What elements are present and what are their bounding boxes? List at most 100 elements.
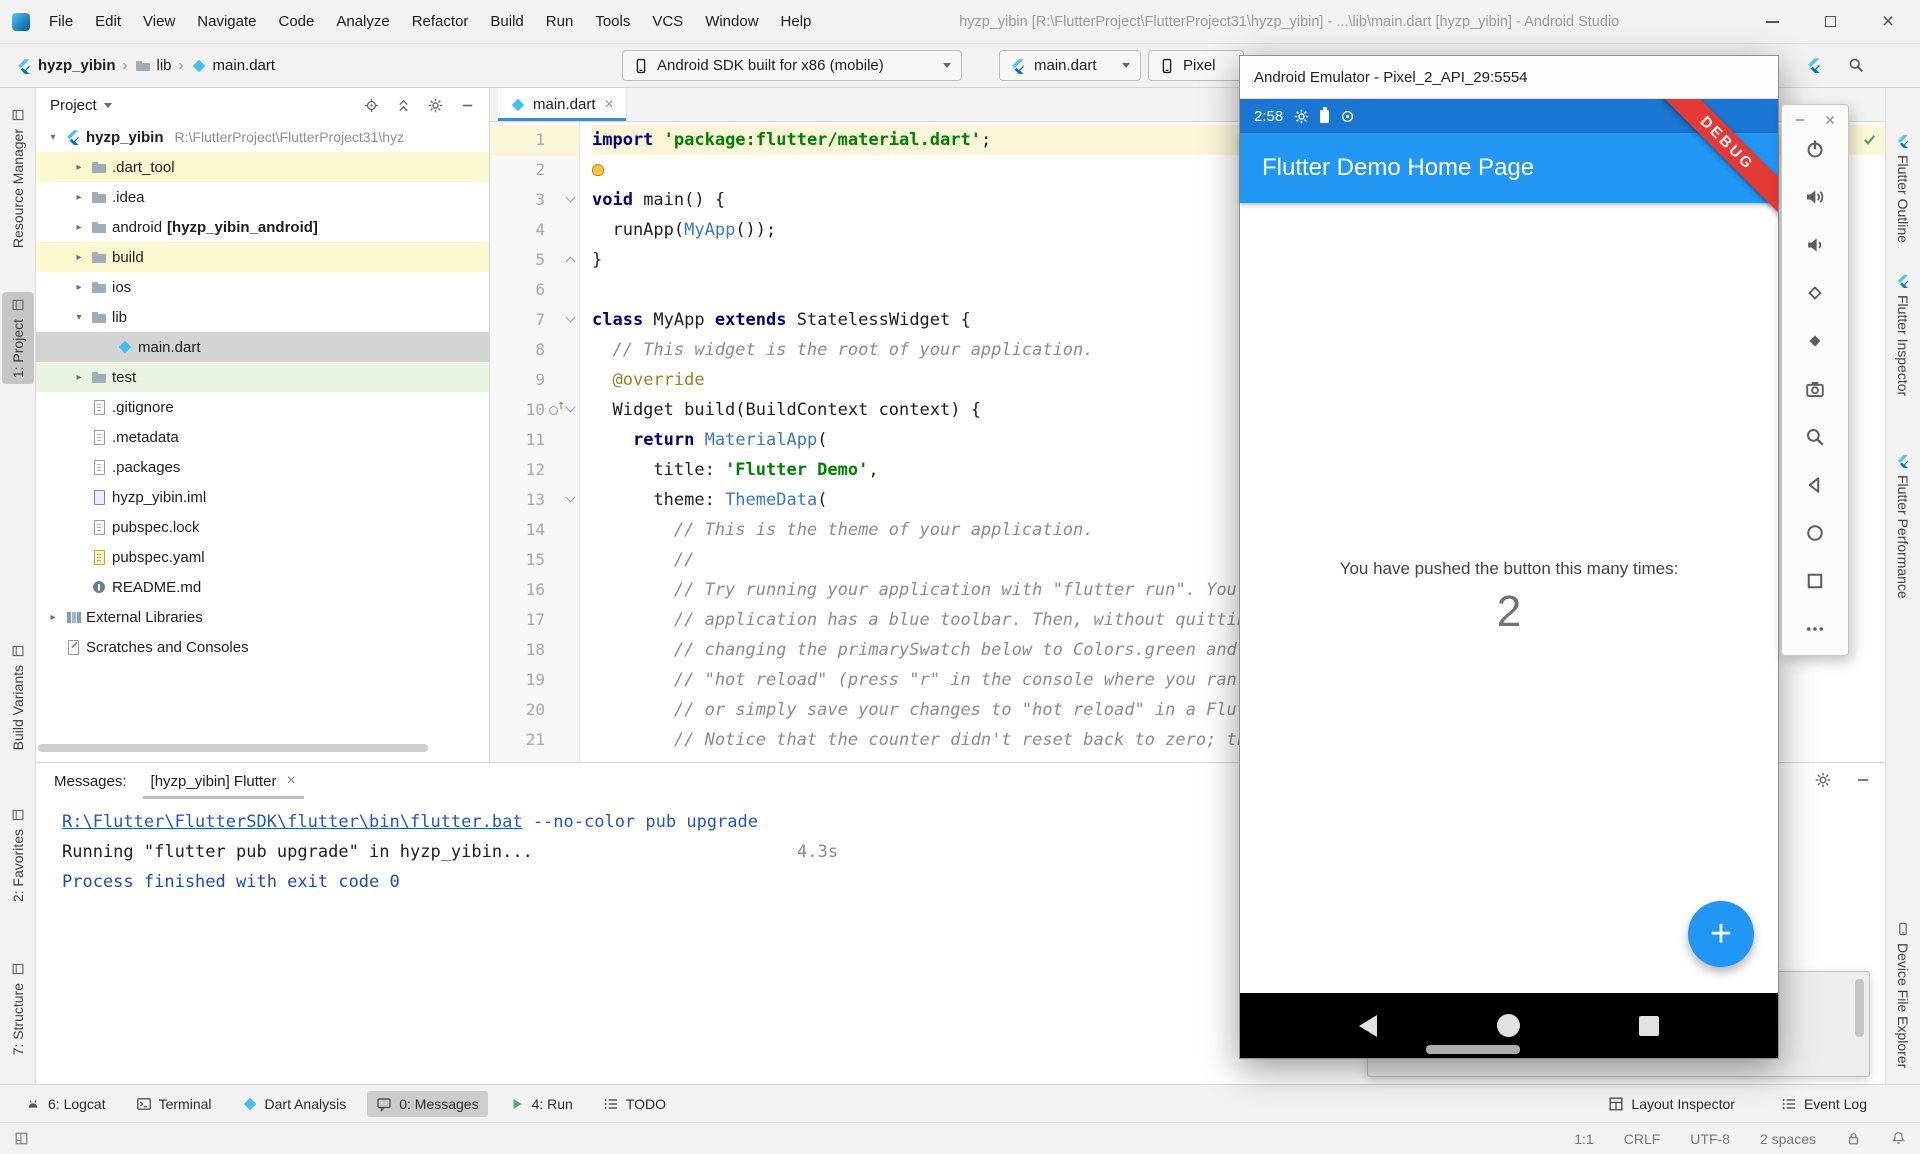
fold-toggle-icon[interactable] — [566, 193, 576, 203]
tree-item-dart-tool[interactable]: ▸.dart_tool — [36, 152, 489, 182]
collapse-all-icon[interactable] — [396, 98, 411, 113]
camera-icon[interactable] — [1805, 379, 1825, 399]
override-icon[interactable]: ↑ — [549, 403, 563, 417]
nav-home-button[interactable] — [1497, 1014, 1520, 1037]
pixel-device-button[interactable]: Pixel — [1148, 50, 1244, 81]
fold-toggle-icon[interactable] — [566, 493, 576, 503]
tool-window-button-dart-analysis[interactable]: Dart Analysis — [233, 1091, 356, 1117]
tree-toggle-icon[interactable]: ▸ — [72, 372, 86, 383]
stripe-tab-device-file-explorer[interactable]: Device File Explorer — [1887, 916, 1919, 1074]
status-2-spaces[interactable]: 2 spaces — [1760, 1131, 1816, 1147]
status-crlf[interactable]: CRLF — [1624, 1131, 1661, 1147]
menu-view[interactable]: View — [132, 13, 186, 30]
tab-main-dart[interactable]: main.dart × — [498, 88, 627, 121]
fold-toggle-icon[interactable] — [566, 313, 576, 323]
tree-item-pubspec-lock[interactable]: pubspec.lock — [36, 512, 489, 542]
tree-item-hyzp-yibin-iml[interactable]: hyzp_yibin.iml — [36, 482, 489, 512]
flutter-attach-icon[interactable] — [1806, 57, 1822, 73]
restore-button[interactable] — [1822, 14, 1838, 30]
tool-window-switcher-icon[interactable] — [14, 1131, 29, 1146]
gear-icon[interactable] — [1815, 772, 1831, 788]
stripe-tab-flutter-inspector[interactable]: Flutter Inspector — [1887, 268, 1919, 402]
breadcrumb-hyzp-yibin[interactable]: hyzp_yibin — [16, 57, 116, 74]
tree-item-hyzp-yibin[interactable]: ▾hyzp_yibinR:\FlutterProject\FlutterProj… — [36, 122, 489, 152]
project-view-selector[interactable]: Project — [50, 97, 112, 114]
tool-window-button-6-logcat[interactable]: 6: Logcat — [16, 1091, 115, 1117]
intention-bulb-icon[interactable] — [592, 164, 604, 176]
tree-item-readme-md[interactable]: README.md — [36, 572, 489, 602]
gear-icon[interactable] — [428, 98, 443, 113]
menu-help[interactable]: Help — [770, 13, 823, 30]
status-1-1[interactable]: 1:1 — [1574, 1131, 1593, 1147]
menu-code[interactable]: Code — [267, 13, 325, 30]
back-icon[interactable] — [1805, 475, 1825, 495]
locate-file-icon[interactable] — [364, 98, 379, 113]
menu-vcs[interactable]: VCS — [641, 13, 694, 30]
menu-navigate[interactable]: Navigate — [186, 13, 267, 30]
breadcrumb-lib[interactable]: lib — [135, 57, 172, 74]
close-button[interactable]: × — [1880, 14, 1896, 30]
home-icon[interactable] — [1805, 523, 1825, 543]
project-horizontal-scrollbar[interactable] — [38, 744, 428, 752]
nav-recents-button[interactable] — [1639, 1016, 1659, 1036]
flutter-bat-link[interactable]: R:\Flutter\FlutterSDK\flutter\bin\flutte… — [62, 812, 523, 832]
device-selector[interactable]: Android SDK built for x86 (mobile) — [622, 50, 962, 81]
tool-window-button-0-messages[interactable]: 0: Messages — [367, 1091, 487, 1117]
close-tab-icon[interactable]: × — [286, 772, 295, 790]
rotate-right-icon[interactable] — [1805, 331, 1825, 351]
tree-item-test[interactable]: ▸test — [36, 362, 489, 392]
tree-item-metadata[interactable]: .metadata — [36, 422, 489, 452]
menu-refactor[interactable]: Refactor — [401, 13, 480, 30]
tool-window-button-4-run[interactable]: 4: Run — [500, 1091, 582, 1117]
tree-item-lib[interactable]: ▾lib — [36, 302, 489, 332]
emulator-horizontal-scrollbar[interactable] — [1426, 1045, 1520, 1054]
volume-down-icon[interactable] — [1805, 235, 1825, 255]
tree-item-gitignore[interactable]: .gitignore — [36, 392, 489, 422]
stripe-tab-1-project[interactable]: 1: Project — [2, 292, 34, 384]
stripe-tab-resource-manager[interactable]: Resource Manager — [2, 102, 34, 254]
more-icon[interactable] — [1805, 619, 1825, 639]
menu-window[interactable]: Window — [694, 13, 769, 30]
rotate-left-icon[interactable] — [1805, 283, 1825, 303]
tool-window-button-layout-inspector[interactable]: Layout Inspector — [1599, 1091, 1744, 1117]
menu-run[interactable]: Run — [535, 13, 585, 30]
close-tab-icon[interactable]: × — [605, 96, 614, 114]
fab-increment-button[interactable]: + — [1688, 901, 1754, 967]
tree-toggle-icon[interactable]: ▾ — [72, 312, 86, 323]
minimize-button[interactable] — [1793, 113, 1807, 127]
power-icon[interactable] — [1805, 139, 1825, 159]
tree-item-packages[interactable]: .packages — [36, 452, 489, 482]
nav-back-button[interactable] — [1359, 1015, 1377, 1037]
tree-item-pubspec-yaml[interactable]: pubspec.yaml — [36, 542, 489, 572]
close-button[interactable] — [1823, 113, 1837, 127]
tab-flutter-messages[interactable]: [hyzp_yibin] Flutter × — [143, 763, 304, 799]
run-config-selector[interactable]: main.dart — [999, 50, 1141, 81]
inspections-ok-icon[interactable] — [1862, 132, 1877, 147]
tree-toggle-icon[interactable]: ▾ — [46, 132, 60, 143]
stripe-tab-build-variants[interactable]: Build Variants — [2, 638, 34, 756]
stripe-tab-flutter-performance[interactable]: Flutter Performance — [1887, 448, 1919, 605]
tree-toggle-icon[interactable]: ▸ — [72, 222, 86, 233]
tree-item-scratches-and-consoles[interactable]: Scratches and Consoles — [36, 632, 489, 662]
tree-item-android[interactable]: ▸android [hyzp_yibin_android] — [36, 212, 489, 242]
volume-up-icon[interactable] — [1805, 187, 1825, 207]
fold-toggle-icon[interactable] — [566, 403, 576, 413]
minimize-button[interactable] — [1764, 14, 1780, 30]
menu-analyze[interactable]: Analyze — [325, 13, 400, 30]
menu-build[interactable]: Build — [479, 13, 534, 30]
tree-item-ios[interactable]: ▸ios — [36, 272, 489, 302]
tree-toggle-icon[interactable]: ▸ — [46, 612, 60, 623]
hide-panel-icon[interactable] — [460, 98, 475, 113]
stripe-tab-2-favorites[interactable]: 2: Favorites — [2, 802, 34, 908]
menu-edit[interactable]: Edit — [84, 13, 132, 30]
tool-window-button-event-log[interactable]: Event Log — [1772, 1091, 1876, 1117]
menu-file[interactable]: File — [38, 13, 84, 30]
readonly-lock-icon[interactable] — [1846, 1131, 1861, 1146]
tree-item-main-dart[interactable]: main.dart — [36, 332, 489, 362]
menu-tools[interactable]: Tools — [584, 13, 641, 30]
stripe-tab-7-structure[interactable]: 7: Structure — [2, 956, 34, 1061]
notifications-icon[interactable] — [1891, 1131, 1906, 1146]
hide-panel-icon[interactable] — [1855, 772, 1871, 788]
zoom-icon[interactable] — [1805, 427, 1825, 447]
scrollbar-thumb[interactable] — [1855, 979, 1864, 1037]
